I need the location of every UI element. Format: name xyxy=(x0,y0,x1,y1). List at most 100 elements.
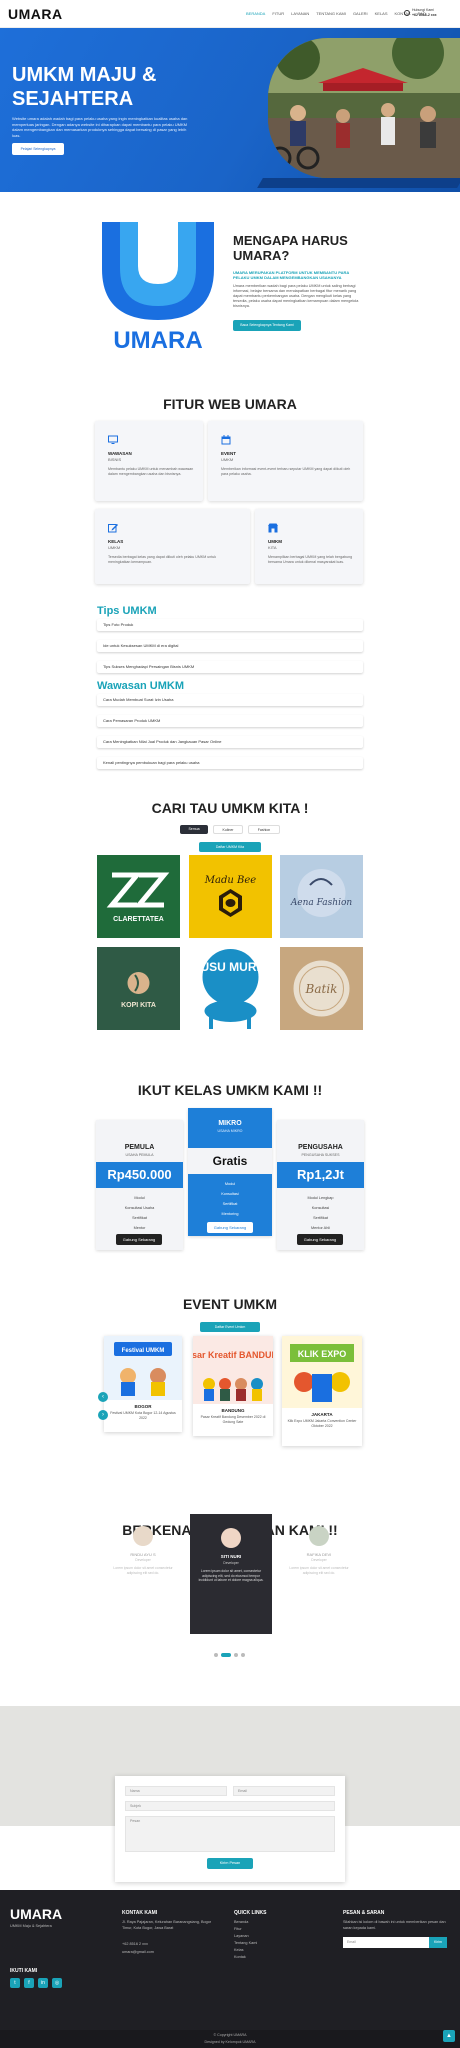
feature-title: KELAS xyxy=(108,539,124,544)
message-field[interactable]: Pesan xyxy=(125,1816,335,1852)
footer-link[interactable]: Layanan xyxy=(234,1934,249,1940)
umara-logo-text: UMARA xyxy=(113,327,202,352)
name-field[interactable]: Nama xyxy=(125,1786,227,1796)
wawasan-title: Wawasan UMKM xyxy=(97,680,184,692)
newsletter-email-input[interactable]: Email xyxy=(343,1937,429,1948)
hero-description: Website umara adalah wadah bagi para pel… xyxy=(12,116,188,138)
brand-tile-madu[interactable]: Madu Bee xyxy=(189,855,272,938)
member-desc: Lorem ipsum dolor sit amet consectetur a… xyxy=(113,1566,173,1575)
plan-join-button[interactable]: Gabung Sekarang xyxy=(297,1234,343,1245)
event-card-jakarta[interactable]: KLIK EXPO JAKARTA Klik Expo UMKM Jakarta… xyxy=(282,1336,362,1446)
brand-tile-aena[interactable]: Aena Fashion xyxy=(280,855,363,938)
nav-item-fitur[interactable]: Fitur xyxy=(272,11,284,16)
tips-title: Tips UMKM xyxy=(97,605,157,617)
tip-item[interactable]: Ide untuk Kesuksesan UMKM di era digital xyxy=(97,640,363,652)
feature-card-umkm[interactable]: UMKM KITA Menampilkan berbagai UMKM yang… xyxy=(255,509,363,584)
feature-title: WAWASAN xyxy=(108,451,132,456)
nav-item-layanan[interactable]: Layanan xyxy=(291,11,309,16)
feature-desc: Menampilkan berbagai UMKM yang telah ber… xyxy=(268,555,353,564)
event-desc: Klik Expo UMKM Jakarta Convention Center… xyxy=(287,1419,357,1428)
wawasan-item[interactable]: Cara Meningkatkan Nilai Jual Produk dan … xyxy=(97,736,363,748)
plan-feature: Mentoring xyxy=(221,1212,239,1216)
phone-number: +62 8516-2 xxx xyxy=(412,13,437,17)
plan-name: MIKRO xyxy=(218,1120,242,1127)
feature-card-event[interactable]: EVENT UMKM Memberikan informasi event-ev… xyxy=(208,421,363,501)
footer-logo[interactable]: UMARA xyxy=(10,1906,62,1922)
brand-tile-susu[interactable]: SUSU MURNI xyxy=(189,947,272,1030)
brand-tile-kopi[interactable]: KOPI KITA xyxy=(97,947,180,1030)
nav-item-tentang[interactable]: Tentang Kami xyxy=(316,11,346,16)
filter-tab-kuliner[interactable]: Kuliner xyxy=(213,825,243,834)
copyright-bar: © Copyright UMARA Designed by Kelompok U… xyxy=(0,2030,460,2048)
footer-link[interactable]: Fitur xyxy=(234,1927,242,1933)
contact-title: KONTAK KAMI xyxy=(122,1910,158,1916)
why-more-button[interactable]: Baca Selengkapnya Tentang Kami xyxy=(233,320,301,331)
team-card: RINDU AYU S Developer Lorem ipsum dolor … xyxy=(104,1526,182,1626)
brand-name: Batik xyxy=(305,982,338,996)
instagram-icon[interactable]: ◎ xyxy=(52,1978,62,1988)
footer-phone[interactable]: +62 8516 2 xxx xyxy=(122,1942,148,1948)
subject-field[interactable]: Subjek xyxy=(125,1801,335,1811)
avatar xyxy=(309,1526,329,1546)
filter-tab-fashion[interactable]: Fashion xyxy=(248,825,280,834)
events-badge[interactable]: Daftar Event Umkm xyxy=(200,1322,260,1332)
footer-link[interactable]: Kelas xyxy=(234,1948,244,1954)
event-card-bogor[interactable]: Festival UMKM BOGOR Festival UMKM Kota B… xyxy=(104,1336,182,1432)
wawasan-item[interactable]: Cara Pemasaran Produk UMKM xyxy=(97,715,363,727)
wawasan-item[interactable]: Cara Mudah Membuat Surat Izin Usaha xyxy=(97,694,363,706)
brand-tile-clarettatea[interactable]: CLARETTATEA xyxy=(97,855,180,938)
facebook-icon[interactable]: f xyxy=(24,1978,34,1988)
carousel-dot[interactable] xyxy=(241,1653,245,1657)
feature-subtitle: UMKM xyxy=(221,457,234,462)
calendar-icon xyxy=(221,435,231,445)
send-message-button[interactable]: Kirim Pesan xyxy=(207,1858,253,1869)
monitor-icon xyxy=(108,435,118,444)
nav-item-beranda[interactable]: Beranda xyxy=(246,11,265,16)
header: UMARA Beranda Fitur Layanan Tentang Kami… xyxy=(0,0,460,28)
wawasan-item[interactable]: Kenali pentingnya pembukuan bagi para pe… xyxy=(97,757,363,769)
carousel-dots xyxy=(214,1653,245,1657)
plan-feature: Modul xyxy=(224,1182,236,1186)
event-next-arrow[interactable]: › xyxy=(98,1410,108,1420)
why-description: Umara memberikan wadah bagi para pelaku … xyxy=(233,284,359,308)
feature-card-wawasan[interactable]: WAWASAN BISNIS Membantu pelaku UMKM untu… xyxy=(95,421,203,501)
brand-tile-batik[interactable]: Batik xyxy=(280,947,363,1030)
hero-cta-button[interactable]: Pelajari Selengkapnya xyxy=(12,143,64,155)
carousel-dot-active[interactable] xyxy=(221,1653,231,1657)
back-to-top-button[interactable]: ▲ xyxy=(443,2030,455,2042)
site-logo[interactable]: UMARA xyxy=(8,6,63,22)
feature-card-kelas[interactable]: KELAS UMKM Tersedia berbagai kelas yang … xyxy=(95,509,250,584)
tip-item[interactable]: Tips Foto Produk xyxy=(97,619,363,631)
umkm-list-badge[interactable]: Daftar UMKM Kita xyxy=(199,842,261,852)
edit-icon xyxy=(108,524,118,533)
plan-price: Rp450.000 xyxy=(96,1162,183,1188)
footer-email[interactable]: umara@gmail.com xyxy=(122,1950,154,1956)
carousel-dot[interactable] xyxy=(234,1653,238,1657)
header-phone[interactable]: Hubungi Kami +62 8516-2 xxx xyxy=(412,8,437,18)
carousel-dot[interactable] xyxy=(214,1653,218,1657)
event-card-bandung[interactable]: Pasar Kreatif BANDUNG BANDUNG Pasar Krea… xyxy=(181,1336,285,1436)
plan-join-button[interactable]: Gabung Sekarang xyxy=(116,1234,162,1245)
footer-link[interactable]: Tentang Kami xyxy=(234,1941,257,1947)
email-field[interactable]: Email xyxy=(233,1786,335,1796)
newsletter-submit-button[interactable]: Kirim xyxy=(429,1937,447,1948)
filter-tab-semua[interactable]: Semua xyxy=(180,825,208,834)
contact-form: Nama Email Subjek Pesan Kirim Pesan xyxy=(115,1776,345,1882)
footer-link[interactable]: Beranda xyxy=(234,1920,248,1926)
plan-price: Rp1,2Jt xyxy=(277,1162,364,1188)
tip-item[interactable]: Tips Sukses Menghadapi Persaingan Bisnis… xyxy=(97,661,363,673)
event-title: BOGOR xyxy=(134,1404,152,1409)
event-prev-arrow[interactable]: ‹ xyxy=(98,1392,108,1402)
linkedin-icon[interactable]: in xyxy=(38,1978,48,1988)
plan-card-pengusaha: PENGUSAHA PENGUSAHA SUKSES Rp1,2Jt Modul… xyxy=(277,1120,364,1250)
plan-feature: Mentor Ahli xyxy=(311,1226,330,1230)
nav-item-galeri[interactable]: Galeri xyxy=(353,11,368,16)
hero-decor-stripe xyxy=(257,178,460,188)
member-name: RAFIKA DEVI xyxy=(306,1552,332,1557)
features-title: FITUR WEB UMARA xyxy=(163,396,297,412)
nav-item-kelas[interactable]: Kelas xyxy=(375,11,388,16)
plan-feature: Konsultasi Usaha xyxy=(124,1206,155,1210)
twitter-icon[interactable]: t xyxy=(10,1978,20,1988)
plan-join-button[interactable]: Gabung Sekarang xyxy=(207,1222,253,1233)
footer-link[interactable]: Kontak xyxy=(234,1955,246,1961)
